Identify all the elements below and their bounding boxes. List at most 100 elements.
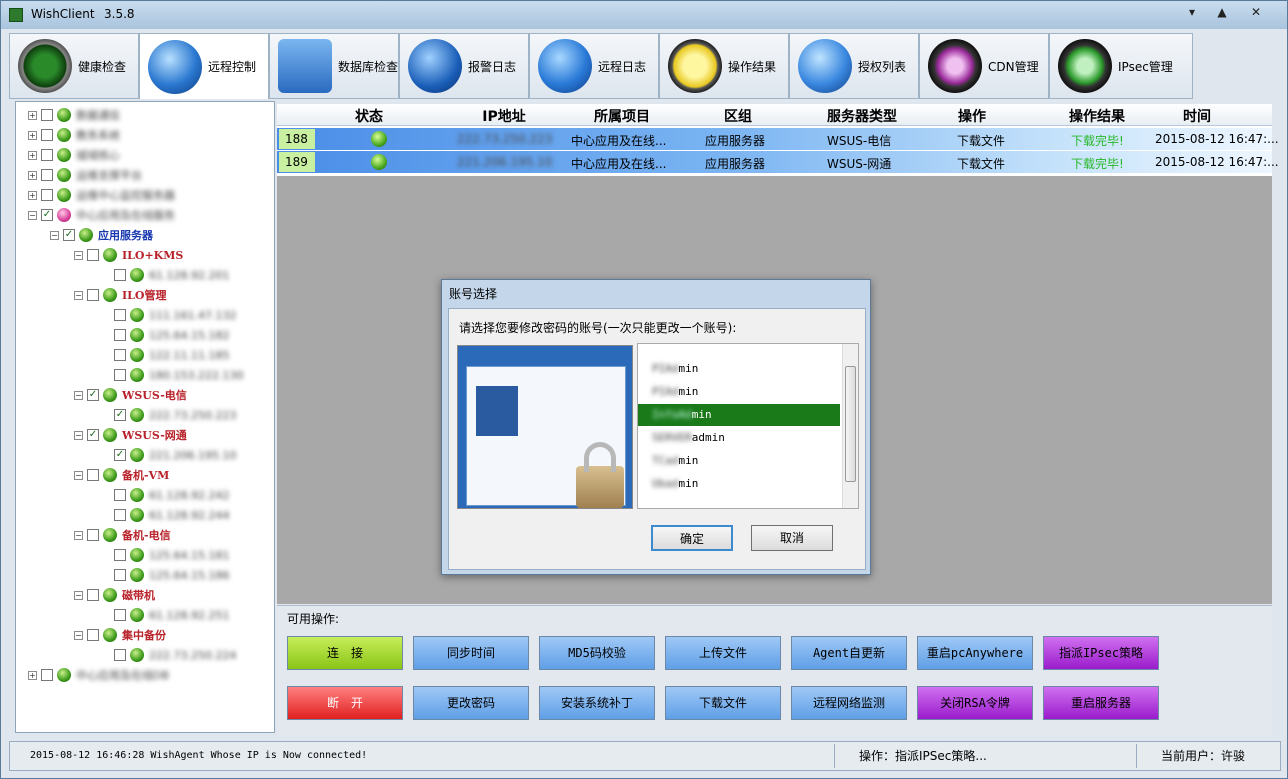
account-item[interactable]: TCadmin: [638, 450, 840, 472]
tab-authorization-list[interactable]: 授权列表: [789, 33, 919, 99]
restart-pcanywhere-button[interactable]: 重启pcAnywhere: [917, 636, 1033, 670]
table-row[interactable]: 189 221.206.195.10 中心应用及在线... 应用服务器 WSUS…: [277, 151, 1279, 173]
row-operation: 下载文件: [957, 157, 1006, 171]
restart-server-button[interactable]: 重启服务器: [1043, 686, 1159, 720]
account-item-selected[interactable]: InfoAdmin: [638, 404, 840, 426]
tree-group-app-servers[interactable]: − ✓ 应用服务器: [50, 226, 153, 244]
tab-label: 远程日志: [598, 59, 647, 74]
md5-check-button[interactable]: MD5码校验: [539, 636, 655, 670]
tree-node[interactable]: + 中心应用及在线DB: [28, 666, 169, 684]
row-number: 188: [279, 129, 315, 149]
tab-alarm-log[interactable]: 报警日志: [399, 33, 529, 99]
upload-file-button[interactable]: 上传文件: [665, 636, 781, 670]
tab-remote-control[interactable]: 远程控制: [139, 33, 269, 99]
account-item[interactable]: PIAdmin: [638, 358, 840, 380]
yinyang-purple-icon: [928, 39, 982, 93]
tab-cdn-management[interactable]: CDN管理: [919, 33, 1049, 99]
yinyang-green-icon: [1058, 39, 1112, 93]
tab-health-check[interactable]: 健康检查: [9, 33, 139, 99]
app-icon: [9, 8, 23, 22]
dialog-title: 账号选择: [449, 287, 498, 301]
account-select-dialog: 账号选择 请选择您要修改密码的账号(一次只能更改一个账号): PIAdmin P…: [441, 279, 871, 575]
tree-group[interactable]: − 备机-VM: [74, 466, 169, 484]
scrollbar-thumb[interactable]: [845, 366, 856, 482]
header-project[interactable]: 所属项目: [567, 106, 677, 126]
account-item[interactable]: PIAdmin: [638, 381, 840, 403]
cancel-button[interactable]: 取消: [751, 525, 833, 551]
row-result: 下载完毕!: [1071, 134, 1124, 148]
tab-remote-log[interactable]: 远程日志: [529, 33, 659, 99]
tree-node[interactable]: + 运维中心监控服务器: [28, 186, 175, 204]
row-result: 下载完毕!: [1071, 157, 1124, 171]
tree-group[interactable]: − ILO管理: [74, 286, 166, 304]
radar-icon: [18, 39, 72, 93]
row-project: 中心应用及在线...: [571, 134, 667, 148]
agent-update-button[interactable]: Agent自更新: [791, 636, 907, 670]
tree-leaf[interactable]: 180.153.222.130: [114, 366, 243, 384]
tab-operation-result[interactable]: 操作结果: [659, 33, 789, 99]
tab-label: 远程控制: [208, 60, 257, 74]
account-list[interactable]: PIAdmin PIAdmin InfoAdmin SERVERadmin TC…: [637, 343, 859, 509]
network-monitor-button[interactable]: 远程网络监测: [791, 686, 907, 720]
close-button[interactable]: ✕: [1245, 3, 1267, 21]
tree-group[interactable]: − 集中备份: [74, 626, 166, 644]
tree-leaf[interactable]: 61.128.92.242: [114, 486, 229, 504]
tab-label: 数据库检查: [338, 59, 399, 74]
install-patch-button[interactable]: 安装系统补丁: [539, 686, 655, 720]
tab-label: 操作结果: [728, 59, 777, 74]
database-monitor-icon: [278, 39, 332, 93]
tree-leaf[interactable]: ✓ 222.73.250.223: [114, 406, 236, 424]
header-server-type[interactable]: 服务器类型: [797, 106, 927, 126]
header-op-result[interactable]: 操作结果: [1047, 106, 1147, 126]
header-operation[interactable]: 操作: [937, 106, 1007, 126]
tab-ipsec-management[interactable]: IPsec管理: [1049, 33, 1193, 99]
tree-leaf[interactable]: 61.128.92.201: [114, 266, 229, 284]
tree-leaf[interactable]: 125.64.15.182: [114, 326, 229, 344]
tree-leaf[interactable]: 122.11.11.185: [114, 346, 229, 364]
tab-label: 报警日志: [468, 59, 517, 74]
tree-group[interactable]: − 备机-电信: [74, 526, 171, 544]
server-tree[interactable]: + 数据通信 + 教务系统 + 城域核心 + 运维支撑平台 + 运维中心监控服务器 − ✓ 中…: [15, 101, 275, 733]
main-toolbar: 健康检查 远程控制 数据库检查 报警日志 远程日志 操作结果 授权列表 CDN管…: [9, 33, 1193, 99]
disconnect-button[interactable]: 断 开: [287, 686, 403, 720]
tree-node[interactable]: + 数据通信: [28, 106, 120, 124]
tree-leaf[interactable]: 61.128.92.244: [114, 506, 229, 524]
header-zone[interactable]: 区组: [683, 106, 793, 126]
tree-leaf[interactable]: ✓ 221.206.195.10: [114, 446, 236, 464]
tab-database-check[interactable]: 数据库检查: [269, 33, 399, 99]
tree-leaf[interactable]: 61.128.92.251: [114, 606, 229, 624]
app-window: WishClient 3.5.8 ▾ ▲ ✕ 健康检查 远程控制 数据库检查 报…: [0, 0, 1288, 779]
status-operation: 操作：指派IPSec策略...: [834, 744, 1136, 768]
tree-node[interactable]: + 城域核心: [28, 146, 120, 164]
account-item[interactable]: SERVERadmin: [638, 427, 840, 449]
header-status[interactable]: 状态: [329, 106, 409, 126]
header-ip[interactable]: IP地址: [449, 106, 559, 126]
menu-button[interactable]: ▾: [1181, 3, 1203, 21]
close-rsa-token-button[interactable]: 关闭RSA令牌: [917, 686, 1033, 720]
header-time[interactable]: 时间: [1157, 106, 1237, 126]
tree-node[interactable]: + 教务系统: [28, 126, 120, 144]
assign-ipsec-button[interactable]: 指派IPsec策略: [1043, 636, 1159, 670]
table-row[interactable]: 188 222.73.250.223 中心应用及在线... 应用服务器 WSUS…: [277, 128, 1279, 150]
tab-label: 授权列表: [858, 59, 907, 74]
tree-node[interactable]: + 运维支撑平台: [28, 166, 142, 184]
tree-leaf[interactable]: 111.161.47.132: [114, 306, 236, 324]
tree-node[interactable]: − ✓ 中心应用及在线服务: [28, 206, 175, 224]
connect-button[interactable]: 连 接: [287, 636, 403, 670]
change-password-button[interactable]: 更改密码: [413, 686, 529, 720]
list-scrollbar[interactable]: [842, 344, 858, 508]
tree-group[interactable]: − ✓ WSUS-网通: [74, 426, 187, 444]
account-item[interactable]: Ubadmin: [638, 473, 840, 495]
tree-leaf[interactable]: 125.64.15.186: [114, 566, 229, 584]
tree-group[interactable]: − 磁带机: [74, 586, 155, 604]
maximize-button[interactable]: ▲: [1211, 3, 1233, 21]
download-file-button[interactable]: 下载文件: [665, 686, 781, 720]
globe-icon: [148, 39, 202, 94]
tree-leaf[interactable]: 125.64.15.181: [114, 546, 229, 564]
result-table: 状态 IP地址 所属项目 区组 服务器类型 操作 操作结果 时间 188 222…: [277, 104, 1279, 176]
ok-button[interactable]: 确定: [651, 525, 733, 551]
sync-time-button[interactable]: 同步时间: [413, 636, 529, 670]
tree-leaf[interactable]: 222.73.250.224: [114, 646, 236, 664]
tree-group[interactable]: − ✓ WSUS-电信: [74, 386, 187, 404]
tree-group[interactable]: − ILO+KMS: [74, 246, 183, 264]
